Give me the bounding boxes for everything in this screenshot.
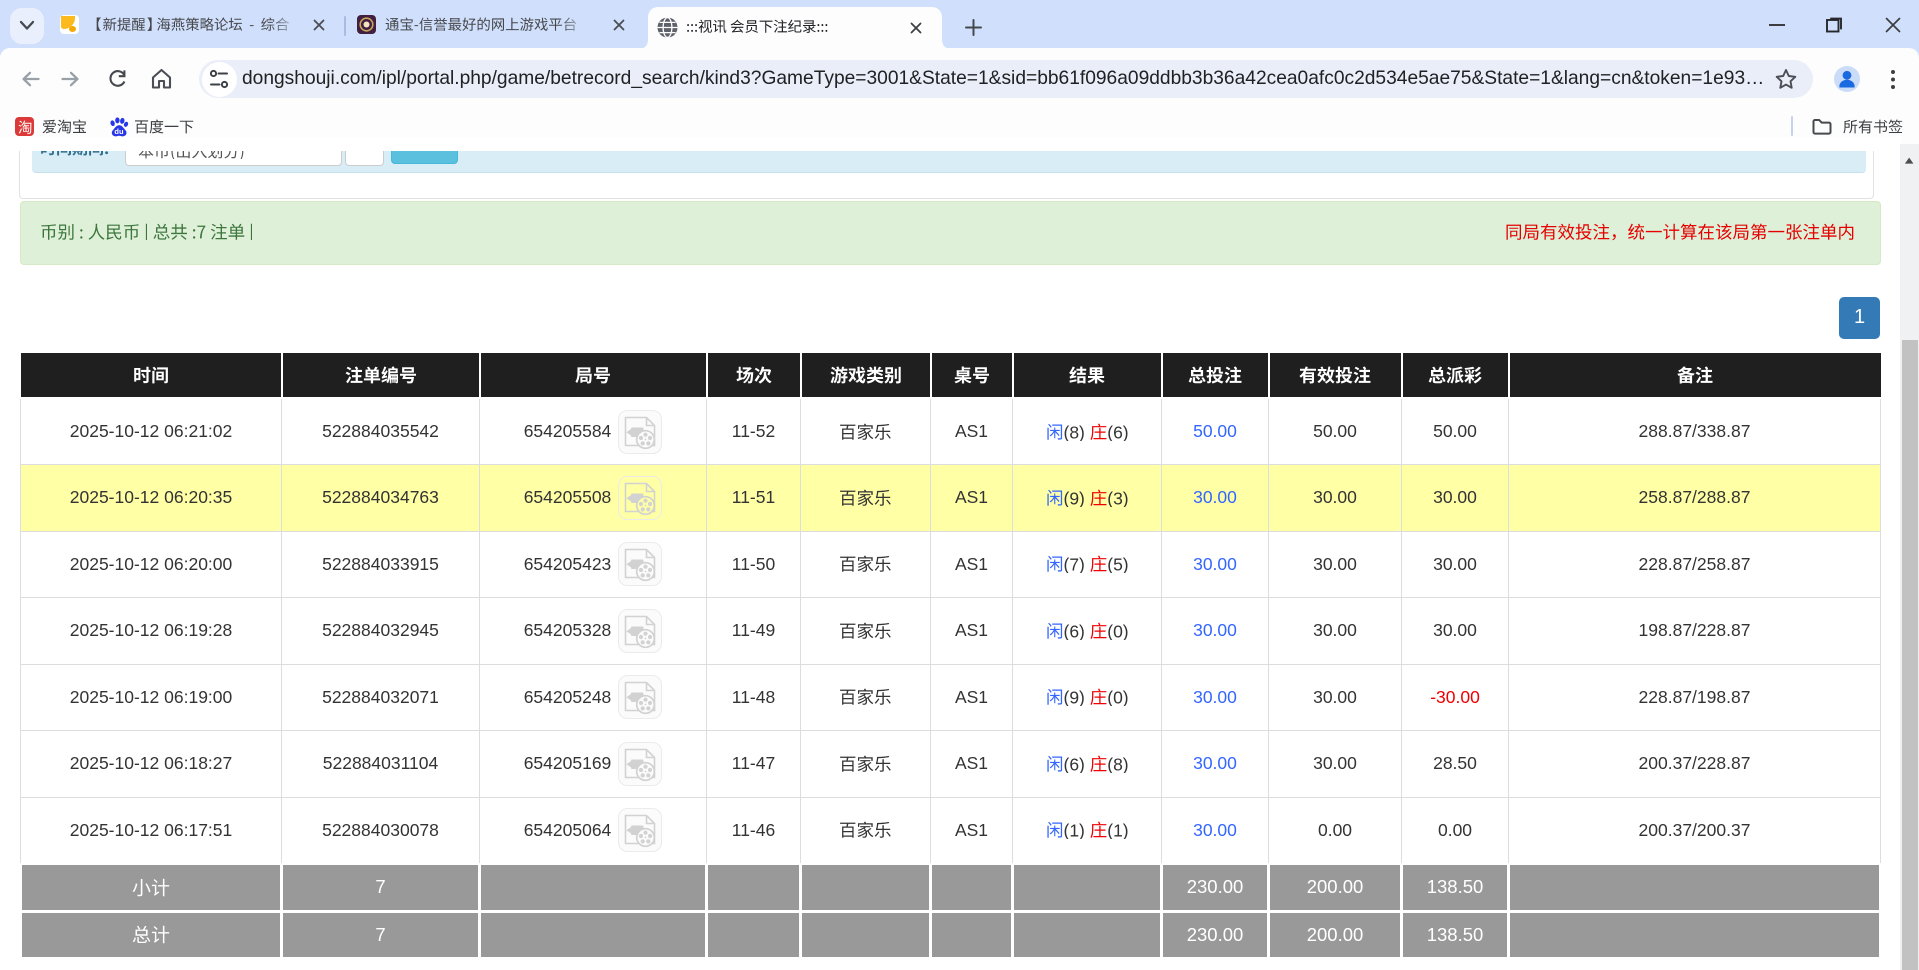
svg-text:(8): (8)	[1063, 423, 1084, 441]
svg-text:(0): (0)	[1107, 688, 1128, 706]
svg-text:(0): (0)	[1107, 622, 1128, 640]
svg-text:(9): (9)	[1063, 489, 1084, 507]
svg-text:du: du	[114, 127, 124, 136]
svg-text:(5): (5)	[1107, 555, 1128, 573]
svg-text:(6): (6)	[1063, 755, 1084, 773]
svg-text:(1): (1)	[1107, 821, 1128, 839]
svg-text:(3): (3)	[1107, 489, 1128, 507]
svg-text:(7): (7)	[1063, 555, 1084, 573]
svg-text:(1): (1)	[1063, 821, 1084, 839]
svg-text:(6): (6)	[1107, 423, 1128, 441]
svg-text:(8): (8)	[1107, 755, 1128, 773]
svg-text:(9): (9)	[1063, 688, 1084, 706]
svg-text:(6): (6)	[1063, 622, 1084, 640]
